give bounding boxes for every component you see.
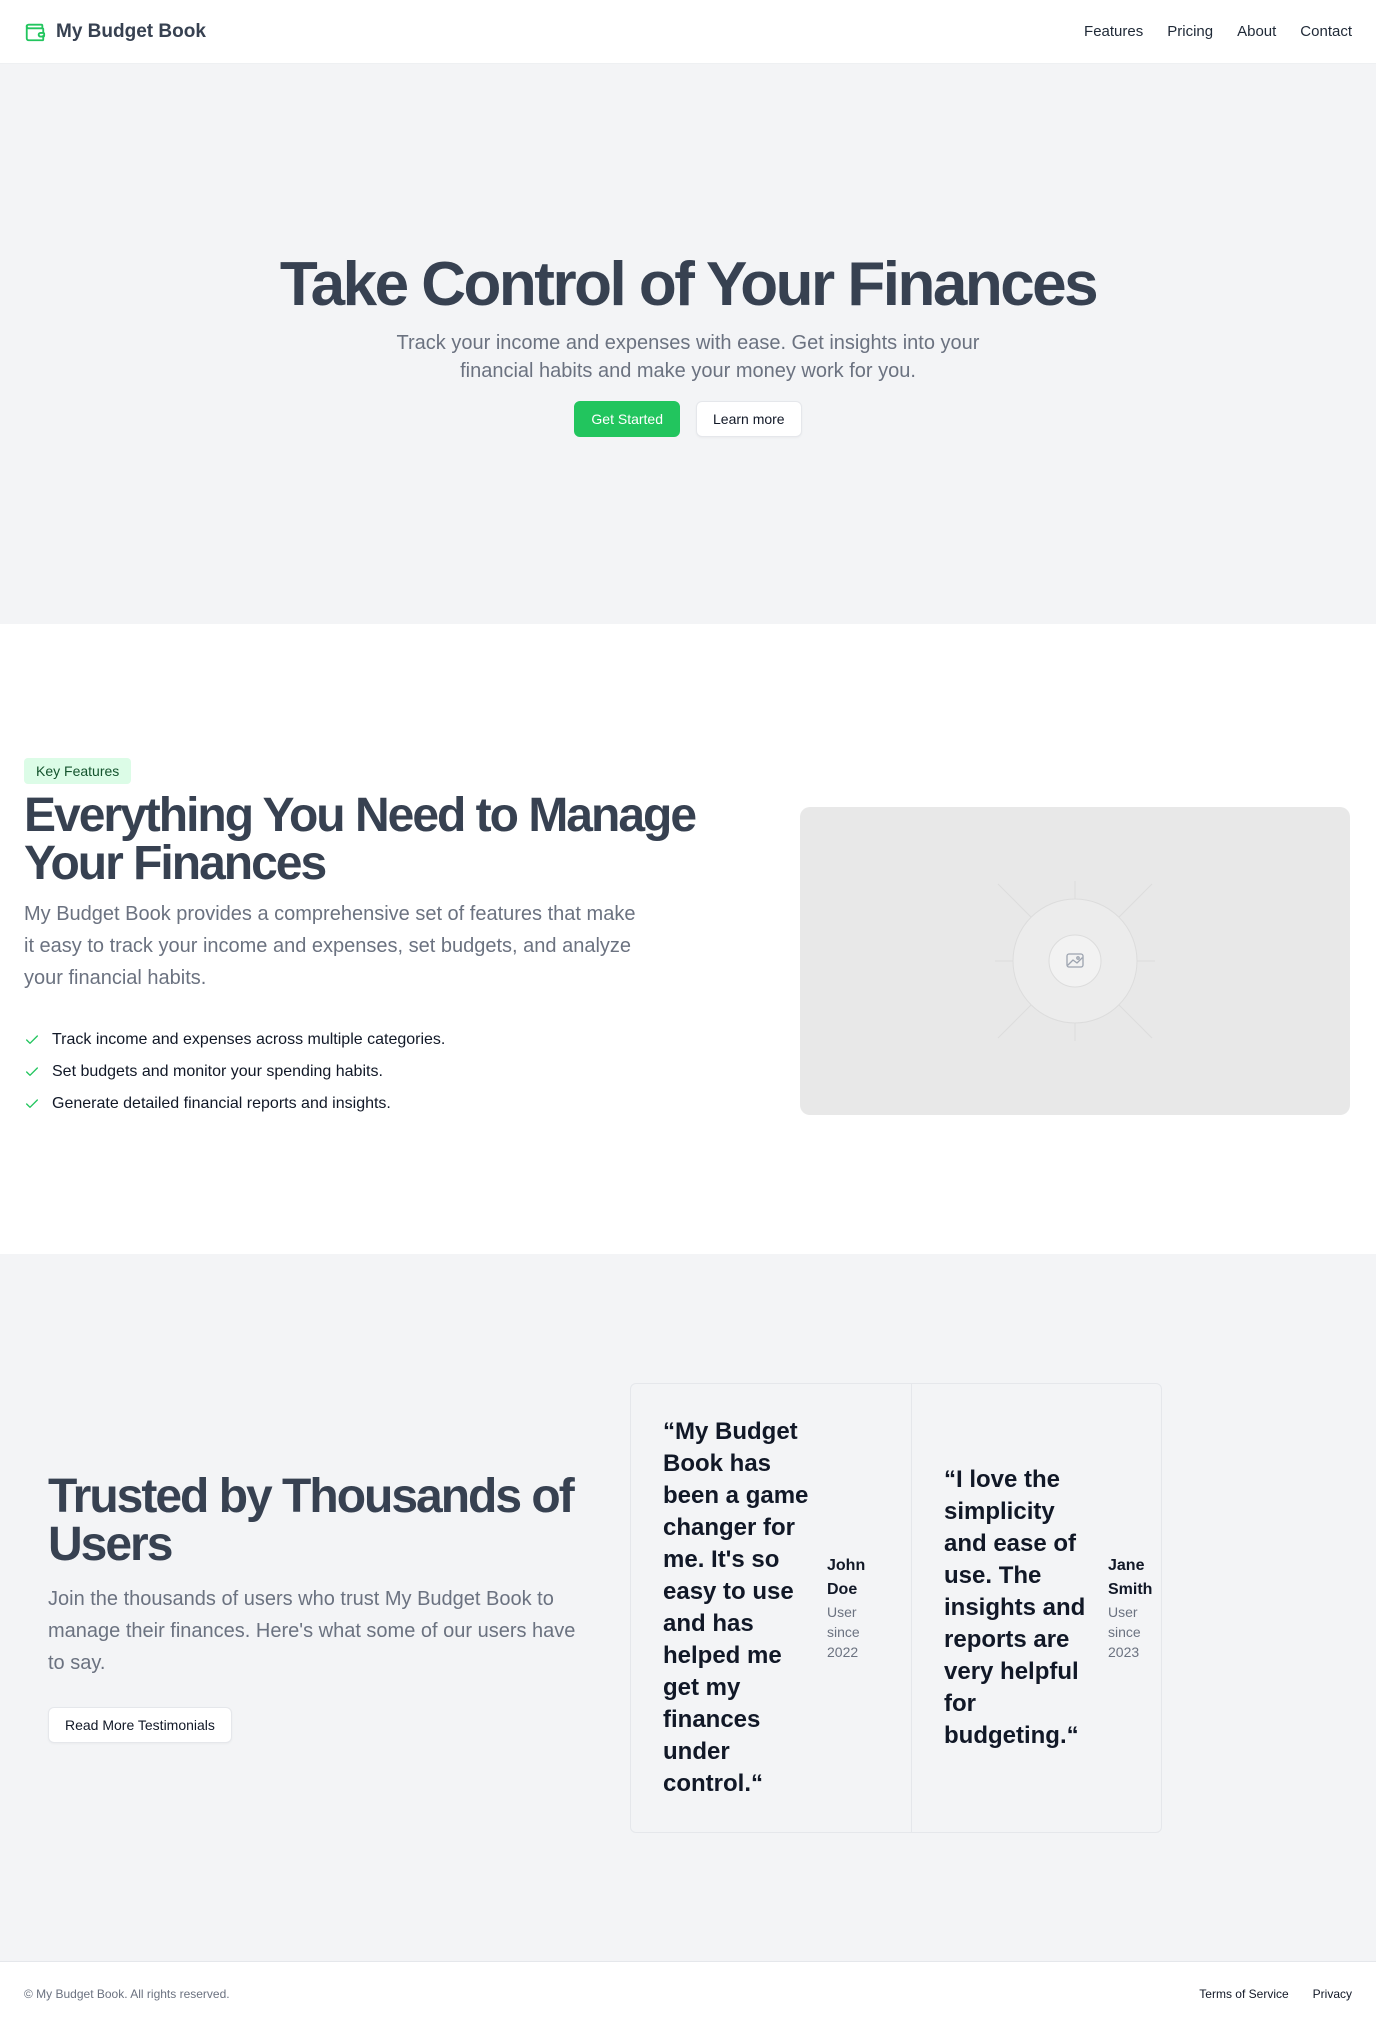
list-item: Generate detailed financial reports and …: [24, 1088, 744, 1120]
author-since: User since 2022: [827, 1603, 860, 1660]
testimonial-author: John Doe User since 2022: [827, 1554, 879, 1662]
feature-list: Track income and expenses across multipl…: [24, 1024, 744, 1120]
testimonial-card: “My Budget Book has been a game changer …: [631, 1384, 911, 1832]
features-section: Key Features Everything You Need to Mana…: [0, 624, 1376, 1254]
nav-pricing[interactable]: Pricing: [1167, 23, 1213, 40]
author-name: Jane Smith: [1108, 1556, 1153, 1598]
check-icon: [26, 1067, 38, 1076]
hero-section: Take Control of Your Finances Track your…: [0, 64, 1376, 624]
hero-title: Take Control of Your Finances: [279, 250, 1099, 319]
testimonial-author: Jane Smith User since 2023: [1108, 1554, 1160, 1662]
brand-name: My Budget Book: [56, 20, 206, 42]
author-since: User since 2023: [1108, 1603, 1141, 1660]
main-nav: Features Pricing About Contact: [1084, 23, 1352, 40]
wallet-icon: [24, 21, 46, 43]
nav-about[interactable]: About: [1237, 23, 1276, 40]
site-footer: © My Budget Book. All rights reserved. T…: [0, 1961, 1376, 2025]
testimonial-quote: “My Budget Book has been a game changer …: [663, 1417, 809, 1797]
check-icon: [26, 1035, 38, 1044]
hero-actions: Get Started Learn more: [574, 401, 802, 438]
features-description: My Budget Book provides a comprehensive …: [24, 903, 636, 989]
testimonials-title: Trusted by Thousands of Users: [48, 1469, 575, 1571]
features-title: Everything You Need to Manage Your Finan…: [24, 789, 697, 890]
read-more-testimonials-button[interactable]: Read More Testimonials: [48, 1706, 232, 1743]
features-content: Key Features Everything You Need to Mana…: [24, 758, 744, 1120]
feature-item-text: Track income and expenses across multipl…: [52, 1031, 446, 1048]
check-icon: [26, 1099, 38, 1108]
testimonial-cards: “My Budget Book has been a game changer …: [630, 1382, 1162, 1833]
nav-contact[interactable]: Contact: [1300, 23, 1352, 40]
feature-item-text: Set budgets and monitor your spending ha…: [52, 1063, 383, 1080]
terms-link[interactable]: Terms of Service: [1199, 1987, 1288, 2001]
image-placeholder-icon: [995, 881, 1155, 1041]
learn-more-button[interactable]: Learn more: [696, 401, 802, 438]
footer-nav: Terms of Service Privacy: [1199, 1987, 1352, 2001]
nav-features[interactable]: Features: [1084, 23, 1143, 40]
testimonial-card: “I love the simplicity and ease of use. …: [911, 1383, 1192, 1832]
copyright-text: © My Budget Book. All rights reserved.: [24, 1986, 230, 2001]
feature-item-text: Generate detailed financial reports and …: [52, 1095, 391, 1112]
author-name: John Doe: [827, 1556, 866, 1598]
privacy-link[interactable]: Privacy: [1313, 1987, 1352, 2001]
list-item: Set budgets and monitor your spending ha…: [24, 1056, 744, 1088]
testimonial-quote: “I love the simplicity and ease of use. …: [944, 1465, 1086, 1749]
brand-link[interactable]: My Budget Book: [24, 21, 206, 43]
testimonials-description: Join the thousands of users who trust My…: [48, 1587, 576, 1674]
testimonials-section: Trusted by Thousands of Users Join the t…: [0, 1254, 1376, 1961]
testimonials-intro: Trusted by Thousands of Users Join the t…: [48, 1469, 588, 1743]
get-started-button[interactable]: Get Started: [574, 401, 680, 438]
hero-subtitle: Track your income and expenses with ease…: [396, 332, 980, 383]
site-header: My Budget Book Features Pricing About Co…: [0, 0, 1376, 64]
key-features-badge: Key Features: [24, 758, 132, 784]
list-item: Track income and expenses across multipl…: [24, 1024, 744, 1056]
features-image-placeholder: [800, 807, 1350, 1115]
